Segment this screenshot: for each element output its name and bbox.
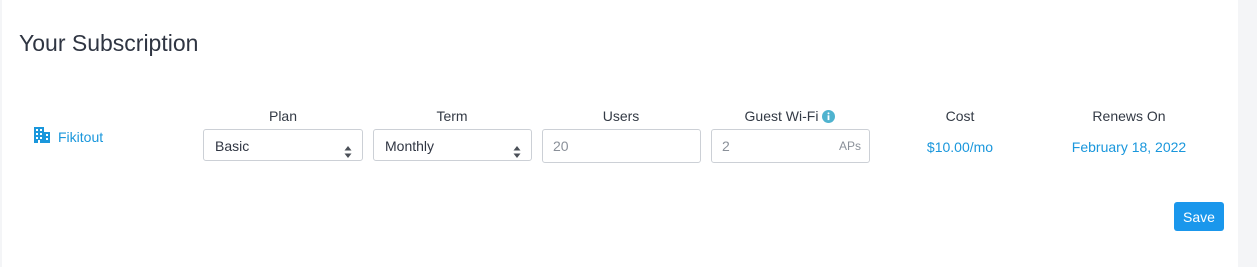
renews-on-value[interactable]: February 18, 2022 xyxy=(1042,139,1216,155)
plan-header: Plan xyxy=(268,108,298,124)
renews-on-header: Renews On xyxy=(1092,108,1166,124)
guest-wifi-header: Guest Wi-Fi xyxy=(710,108,870,126)
plan-select[interactable]: Basic xyxy=(203,129,363,161)
account-name: Fikitout xyxy=(58,128,104,145)
save-button[interactable]: Save xyxy=(1174,202,1224,231)
info-icon[interactable] xyxy=(822,110,836,126)
select-arrows-icon xyxy=(513,138,521,158)
users-input[interactable]: 20 xyxy=(542,129,701,163)
term-select[interactable]: Monthly xyxy=(373,129,532,161)
cost-header: Cost xyxy=(945,108,975,124)
guest-wifi-header-label: Guest Wi-Fi xyxy=(744,108,819,124)
account-link[interactable]: Fikitout xyxy=(34,127,103,146)
select-arrows-icon xyxy=(344,138,352,158)
cost-value[interactable]: $10.00/mo xyxy=(902,139,1018,155)
guest-wifi-input-value: 2 xyxy=(722,138,730,154)
guest-wifi-suffix: APs xyxy=(838,139,861,153)
building-icon xyxy=(34,127,58,146)
term-header: Term xyxy=(436,108,468,124)
page-title: Your Subscription xyxy=(19,30,199,56)
users-header: Users xyxy=(602,108,640,124)
guest-wifi-input[interactable]: 2 APs xyxy=(711,129,870,163)
term-select-value: Monthly xyxy=(385,138,435,154)
subscription-panel: Your Subscription Plan Term Users Guest … xyxy=(2,0,1238,267)
plan-select-value: Basic xyxy=(215,138,250,154)
users-input-value: 20 xyxy=(553,138,569,154)
